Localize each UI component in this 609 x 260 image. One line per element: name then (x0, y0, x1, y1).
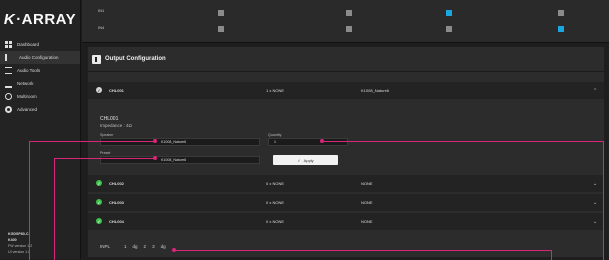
check-icon: ✓ (96, 87, 102, 93)
output-icon (92, 54, 101, 64)
sidebar-item-label: Advanced (17, 107, 38, 112)
quantity-label: Quantity (268, 133, 282, 137)
network-icon (5, 79, 12, 88)
detail-title: CHL001 (100, 116, 119, 122)
matrix-row-label: IN1 (98, 8, 105, 13)
gear-icon (5, 106, 12, 113)
multiroom-icon (5, 93, 12, 100)
sidebar-item-label: Multiroom (17, 94, 37, 99)
annotation-dot (153, 156, 157, 160)
sidebar-item-audio-tools[interactable]: Audio Tools (0, 64, 80, 77)
dashboard-icon (5, 41, 12, 48)
sidebar-item-label: Network (17, 81, 34, 86)
speaker-label: Speaker (100, 133, 114, 137)
logo-text: ·ARRAY (16, 10, 77, 28)
channel-preset: K1008_Nature6 (361, 88, 390, 93)
chevron-up-icon[interactable]: ⌃ (593, 88, 597, 94)
annotation-dot (320, 139, 324, 143)
sidebar-item-advanced[interactable]: Advanced (0, 103, 80, 116)
tools-icon (5, 67, 12, 74)
routing-matrix: IN1 IN4 (82, 0, 609, 43)
channel-signal: 0 x NONE (266, 181, 285, 186)
matrix-cell[interactable] (446, 26, 452, 32)
sidebar-item-label: Dashboard (17, 42, 40, 47)
matrix-cell[interactable] (346, 26, 352, 32)
annotation-dot (153, 139, 157, 143)
sidebar-item-dashboard[interactable]: Dashboard (0, 38, 80, 51)
panel-header: Output Configuration (88, 47, 604, 72)
check-icon: ✓ (297, 157, 301, 163)
impedance-text: Impedance : 4Ω (100, 123, 132, 128)
sidebar-item-audio-configuration[interactable]: Audio Configuration (0, 51, 80, 64)
matrix-cell[interactable] (218, 10, 224, 16)
panel-title: Output Configuration (105, 56, 166, 62)
page-link[interactable]: dg (161, 244, 166, 249)
annotation-line (54, 158, 156, 260)
brand-logo: K ·ARRAY (0, 0, 80, 38)
logo-mark: K (3, 10, 16, 28)
matrix-cell-active[interactable] (558, 26, 564, 32)
channel-name: CHL001 (109, 88, 124, 93)
matrix-row-label: IN4 (98, 25, 105, 30)
matrix-cell-active[interactable] (446, 10, 452, 16)
speaker-icon (5, 54, 14, 61)
sidebar-item-label: Audio Tools (17, 68, 41, 73)
matrix-cell[interactable] (346, 10, 352, 16)
sidebar-item-label: Audio Configuration (19, 55, 59, 60)
sidebar-item-network[interactable]: Network (0, 77, 80, 90)
channel-signal: 1 x NONE (266, 88, 285, 93)
annotation-dot (172, 248, 176, 252)
matrix-cell[interactable] (558, 10, 564, 16)
channel-signal: 0 x NONE (266, 219, 285, 224)
apply-label: Apply (303, 157, 314, 163)
matrix-cell[interactable] (218, 26, 224, 32)
sidebar-item-multiroom[interactable]: Multiroom (0, 90, 80, 103)
annotation-line (322, 141, 604, 260)
channel-row[interactable]: ✓ CHL001 1 x NONE K1008_Nature6 ⌃ (88, 82, 604, 99)
channel-signal: 0 x NONE (266, 200, 285, 205)
